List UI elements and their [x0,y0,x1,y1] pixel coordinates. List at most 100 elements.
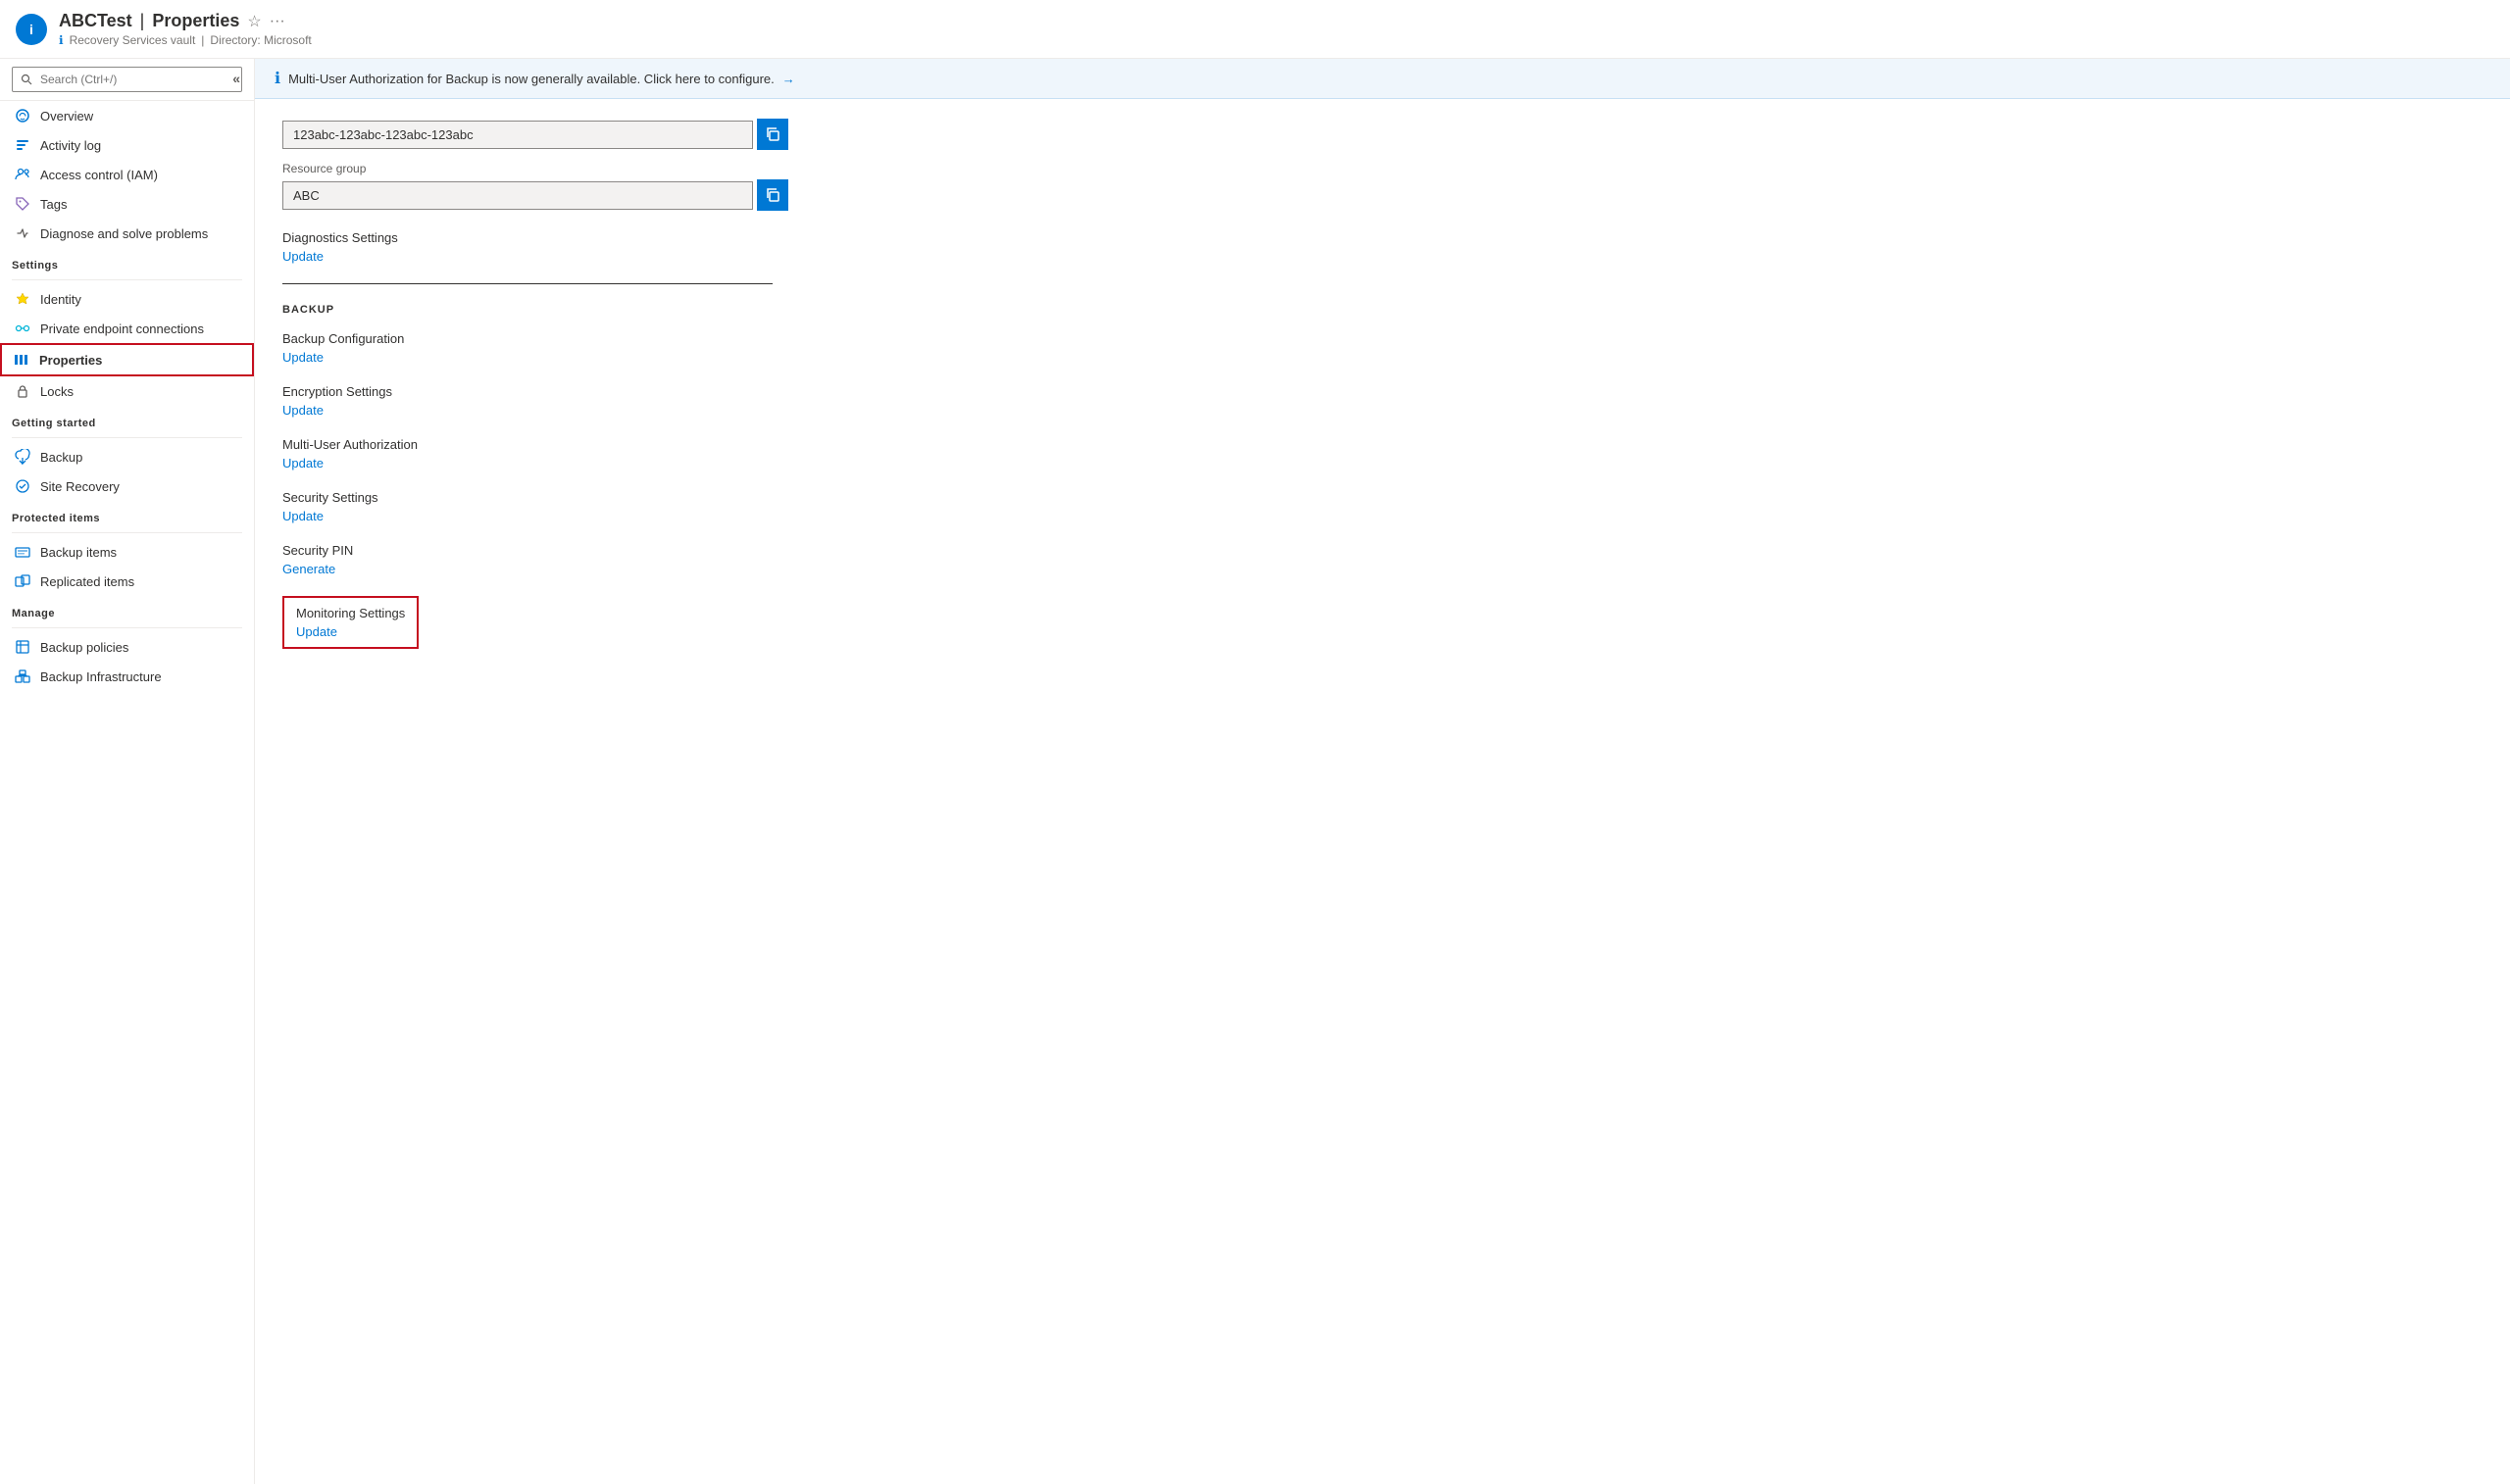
backup-config-label: Backup Configuration [282,331,2483,346]
sidebar-item-backup-policies[interactable]: Backup policies [0,632,254,662]
banner-info-icon: ℹ [275,69,280,88]
sidebar: « Overview Activity log Access control (… [0,59,255,1484]
sidebar-item-tags[interactable]: Tags [0,189,254,219]
monitoring-settings-update-link[interactable]: Update [296,624,337,639]
site-recovery-icon [15,478,30,494]
diagnose-icon [15,225,30,241]
app-icon: i [16,14,47,45]
settings-divider [12,279,242,280]
resource-id-input [282,121,753,149]
backup-items-label: Backup items [40,545,117,560]
backup-label: Backup [40,450,82,465]
diagnose-label: Diagnose and solve problems [40,226,208,241]
manage-divider [12,627,242,628]
diagnostics-settings-label: Diagnostics Settings [282,230,2483,245]
banner-arrow-icon: → [782,72,795,86]
encryption-settings-update-link[interactable]: Update [282,403,324,418]
copy-resource-id-button[interactable] [757,119,788,150]
identity-label: Identity [40,292,81,307]
properties-content: Resource group Diagnostics Settings Upda… [255,99,2510,668]
sidebar-item-activity-log[interactable]: Activity log [0,130,254,160]
security-settings-group: Security Settings Update [282,490,2483,523]
backup-icon [15,449,30,465]
resource-group-label: Resource group [282,162,2483,175]
encryption-settings-group: Encryption Settings Update [282,384,2483,418]
title-section: ABCTest | Properties ☆ ··· ℹ Recovery Se… [59,11,312,47]
sidebar-item-replicated-items[interactable]: Replicated items [0,567,254,596]
locks-label: Locks [40,384,74,399]
title-separator: | [140,11,145,31]
protected-items-divider [12,532,242,533]
resource-group-input [282,181,753,210]
sidebar-item-properties[interactable]: Properties [0,343,254,376]
favorite-icon[interactable]: ☆ [247,12,261,31]
banner-text: Multi-User Authorization for Backup is n… [288,72,775,86]
getting-started-divider [12,437,242,438]
site-recovery-label: Site Recovery [40,479,120,494]
sidebar-item-backup-items[interactable]: Backup items [0,537,254,567]
backup-policies-icon [15,639,30,655]
sidebar-item-site-recovery[interactable]: Site Recovery [0,471,254,501]
sidebar-item-identity[interactable]: Identity [0,284,254,314]
activity-log-icon [15,137,30,153]
properties-label: Properties [39,353,102,368]
collapse-sidebar-button[interactable]: « [232,71,240,86]
subtitle-info-icon: ℹ [59,33,64,47]
backup-section-divider [282,283,773,284]
sidebar-item-locks[interactable]: Locks [0,376,254,406]
top-header: i ABCTest | Properties ☆ ··· ℹ Recovery … [0,0,2510,59]
info-banner[interactable]: ℹ Multi-User Authorization for Backup is… [255,59,2510,99]
overview-icon [15,108,30,124]
search-input[interactable] [12,67,242,92]
backup-policies-label: Backup policies [40,640,128,655]
access-control-icon [15,167,30,182]
properties-icon [14,352,29,368]
activity-log-label: Activity log [40,138,101,153]
multi-user-auth-label: Multi-User Authorization [282,437,2483,452]
private-endpoint-label: Private endpoint connections [40,322,204,336]
settings-section-label: Settings [0,248,254,275]
security-pin-label: Security PIN [282,543,2483,558]
resource-id-row [282,119,2483,150]
manage-section-label: Manage [0,596,254,623]
getting-started-section-label: Getting started [0,406,254,433]
replicated-items-label: Replicated items [40,574,134,589]
sidebar-item-backup-infrastructure[interactable]: Backup Infrastructure [0,662,254,691]
tags-icon [15,196,30,212]
backup-infrastructure-label: Backup Infrastructure [40,669,162,684]
security-pin-group: Security PIN Generate [282,543,2483,576]
vault-name: ABCTest [59,11,132,31]
backup-infrastructure-icon [15,668,30,684]
diagnostics-update-link[interactable]: Update [282,249,324,264]
copy-resource-group-button[interactable] [757,179,788,211]
directory-label: Directory: Microsoft [210,33,311,47]
sidebar-item-diagnose[interactable]: Diagnose and solve problems [0,219,254,248]
sidebar-item-access-control[interactable]: Access control (IAM) [0,160,254,189]
replicated-items-icon [15,573,30,589]
multi-user-auth-update-link[interactable]: Update [282,456,324,470]
overview-label: Overview [40,109,93,124]
sidebar-item-backup[interactable]: Backup [0,442,254,471]
security-pin-generate-link[interactable]: Generate [282,562,335,576]
diagnostics-settings-group: Diagnostics Settings Update [282,230,2483,264]
backup-configuration-group: Backup Configuration Update [282,331,2483,365]
sidebar-item-private-endpoint[interactable]: Private endpoint connections [0,314,254,343]
security-settings-label: Security Settings [282,490,2483,505]
private-endpoint-icon [15,321,30,336]
locks-icon [15,383,30,399]
vault-type: Recovery Services vault [70,33,196,47]
access-control-label: Access control (IAM) [40,168,158,182]
identity-icon [15,291,30,307]
backup-config-update-link[interactable]: Update [282,350,324,365]
more-options-icon[interactable]: ··· [270,13,285,30]
monitoring-settings-label: Monitoring Settings [296,606,405,620]
encryption-settings-label: Encryption Settings [282,384,2483,399]
page-name: Properties [152,11,239,31]
backup-section-heading: BACKUP [282,304,2483,316]
content-area: ℹ Multi-User Authorization for Backup is… [255,59,2510,1484]
sidebar-item-overview[interactable]: Overview [0,101,254,130]
subtitle-separator: | [201,33,204,47]
resource-group-row [282,179,2483,211]
main-layout: « Overview Activity log Access control (… [0,59,2510,1484]
security-settings-update-link[interactable]: Update [282,509,324,523]
